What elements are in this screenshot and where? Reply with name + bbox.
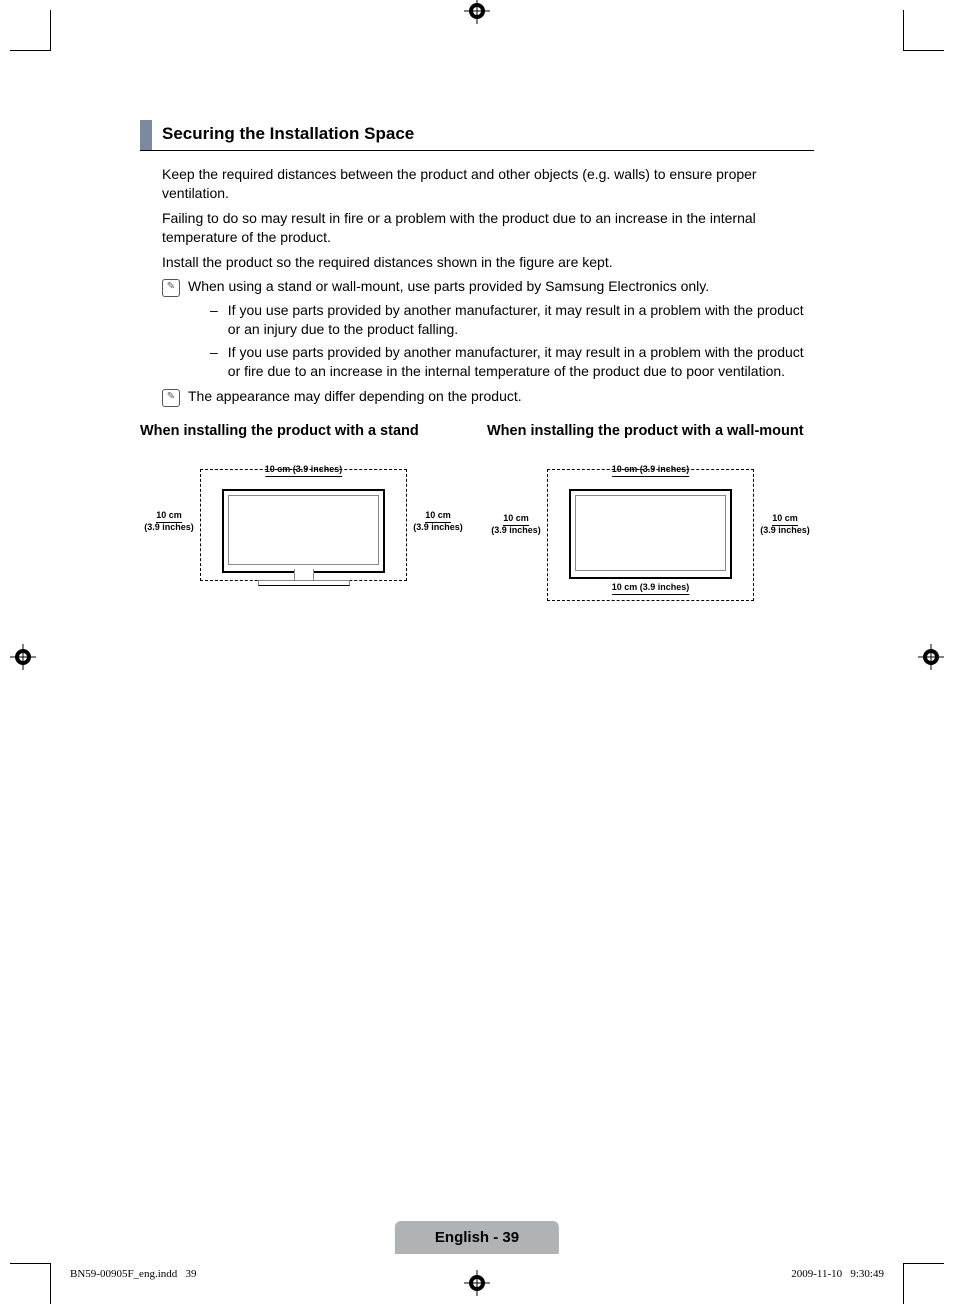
note-icon: ✎	[162, 279, 180, 297]
crop-mark-icon	[10, 1263, 51, 1304]
paragraph: Keep the required distances between the …	[140, 165, 814, 203]
crop-mark-icon	[10, 10, 51, 51]
footer-time: 9:30:49	[850, 1268, 884, 1280]
footer-file: BN59-00905F_eng.indd	[70, 1268, 177, 1280]
section-title: Securing the Installation Space	[162, 120, 414, 150]
footer-page: 39	[186, 1268, 197, 1280]
list-item-text: If you use parts provided by another man…	[228, 343, 814, 381]
dash-icon: –	[210, 343, 218, 381]
note-row: ✎ The appearance may differ depending on…	[140, 387, 814, 407]
dimension-top: 10 cm (3.9 inches)	[265, 465, 343, 477]
section-header: Securing the Installation Space	[140, 120, 814, 151]
footer-date: 2009-11-10	[791, 1268, 842, 1280]
diagram-canvas: 10 cm (3.9 inches) 10 cm (3.9 inches) 10…	[140, 459, 467, 629]
list-item: – If you use parts provided by another m…	[210, 343, 814, 381]
dimension-left: 10 cm (3.9 inches)	[140, 511, 198, 533]
footer-right: 2009-11-10 9:30:49	[791, 1268, 884, 1280]
crop-mark-icon	[903, 10, 944, 51]
paragraph: Failing to do so may result in fire or a…	[140, 209, 814, 247]
page: Securing the Installation Space Keep the…	[0, 0, 954, 1314]
stand-base-icon	[258, 580, 350, 586]
paragraph: Install the product so the required dist…	[140, 253, 814, 272]
crop-mark-icon	[903, 1263, 944, 1304]
note-icon: ✎	[162, 389, 180, 407]
list-item: – If you use parts provided by another m…	[210, 301, 814, 339]
diagram-canvas: 10 cm (3.9 inches) 10 cm (3.9 inches) 10…	[487, 459, 814, 629]
content-area: Securing the Installation Space Keep the…	[140, 120, 814, 629]
note-text: When using a stand or wall-mount, use pa…	[188, 277, 814, 296]
dimension-top: 10 cm (3.9 inches)	[612, 465, 690, 477]
dimension-right: 10 cm (3.9 inches)	[409, 511, 467, 533]
registration-mark-icon	[464, 1270, 490, 1296]
registration-mark-icon	[918, 644, 944, 670]
dimension-bottom: 10 cm (3.9 inches)	[612, 583, 690, 595]
dash-icon: –	[210, 301, 218, 339]
diagram-title: When installing the product with a wall-…	[487, 423, 814, 439]
note-text: The appearance may differ depending on t…	[188, 387, 814, 406]
diagrams-row: When installing the product with a stand…	[140, 423, 814, 629]
footer-tab-text: English - 39	[435, 1229, 519, 1246]
tv-screen-icon	[228, 495, 379, 565]
registration-mark-icon	[10, 644, 36, 670]
dash-list: – If you use parts provided by another m…	[210, 301, 814, 381]
dimension-right: 10 cm (3.9 inches)	[756, 514, 814, 536]
list-item-text: If you use parts provided by another man…	[228, 301, 814, 339]
note-row: ✎ When using a stand or wall-mount, use …	[140, 277, 814, 297]
body-text: Keep the required distances between the …	[140, 165, 814, 407]
tv-screen-icon	[575, 495, 726, 571]
registration-mark-icon	[464, 0, 490, 24]
section-bar-icon	[140, 120, 152, 150]
page-footer-tab: English - 39	[395, 1221, 559, 1254]
footer-left: BN59-00905F_eng.indd 39	[70, 1268, 197, 1280]
dimension-left: 10 cm (3.9 inches)	[487, 514, 545, 536]
diagram-stand: When installing the product with a stand…	[140, 423, 467, 629]
diagram-wallmount: When installing the product with a wall-…	[487, 423, 814, 629]
diagram-title: When installing the product with a stand	[140, 423, 467, 439]
